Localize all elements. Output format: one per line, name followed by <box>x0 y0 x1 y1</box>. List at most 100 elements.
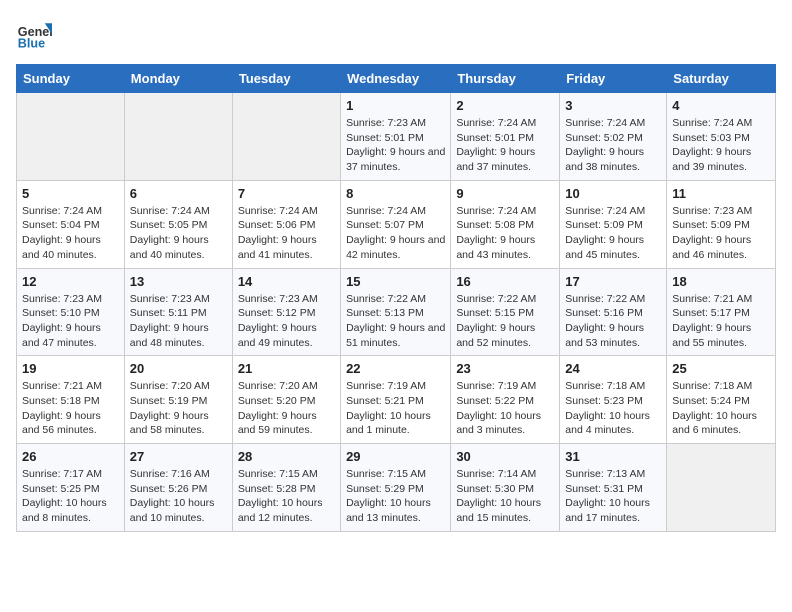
day-info: Sunrise: 7:22 AM Sunset: 5:16 PM Dayligh… <box>565 292 661 351</box>
weekday-header-row: SundayMondayTuesdayWednesdayThursdayFrid… <box>17 65 776 93</box>
day-number: 21 <box>238 361 335 376</box>
calendar-cell: 19 Sunrise: 7:21 AM Sunset: 5:18 PM Dayli… <box>17 356 125 444</box>
day-info: Sunrise: 7:24 AM Sunset: 5:09 PM Dayligh… <box>565 204 661 263</box>
day-info: Sunrise: 7:24 AM Sunset: 5:06 PM Dayligh… <box>238 204 335 263</box>
day-number: 29 <box>346 449 445 464</box>
day-info: Sunrise: 7:24 AM Sunset: 5:04 PM Dayligh… <box>22 204 119 263</box>
day-number: 11 <box>672 186 770 201</box>
day-info: Sunrise: 7:14 AM Sunset: 5:30 PM Dayligh… <box>456 467 554 526</box>
day-number: 3 <box>565 98 661 113</box>
day-number: 26 <box>22 449 119 464</box>
day-number: 16 <box>456 274 554 289</box>
weekday-header-cell: Saturday <box>667 65 776 93</box>
calendar-cell: 30 Sunrise: 7:14 AM Sunset: 5:30 PM Dayli… <box>451 444 560 532</box>
calendar-cell: 23 Sunrise: 7:19 AM Sunset: 5:22 PM Dayli… <box>451 356 560 444</box>
day-info: Sunrise: 7:21 AM Sunset: 5:18 PM Dayligh… <box>22 379 119 438</box>
day-info: Sunrise: 7:13 AM Sunset: 5:31 PM Dayligh… <box>565 467 661 526</box>
calendar-cell: 14Sunrise: 7:23 AM Sunset: 5:12 PM Dayli… <box>232 268 340 356</box>
day-info: Sunrise: 7:19 AM Sunset: 5:21 PM Dayligh… <box>346 379 445 438</box>
calendar-cell <box>232 93 340 181</box>
day-number: 6 <box>130 186 227 201</box>
calendar-week-row: 1 Sunrise: 7:23 AM Sunset: 5:01 PM Daylig… <box>17 93 776 181</box>
logo-icon: General Blue <box>16 16 52 52</box>
calendar-cell: 26 Sunrise: 7:17 AM Sunset: 5:25 PM Dayli… <box>17 444 125 532</box>
calendar-cell: 22 Sunrise: 7:19 AM Sunset: 5:21 PM Dayli… <box>341 356 451 444</box>
calendar-cell <box>667 444 776 532</box>
day-number: 5 <box>22 186 119 201</box>
day-info: Sunrise: 7:20 AM Sunset: 5:20 PM Dayligh… <box>238 379 335 438</box>
calendar-week-row: 12 Sunrise: 7:23 AM Sunset: 5:10 PM Dayli… <box>17 268 776 356</box>
calendar-cell: 31 Sunrise: 7:13 AM Sunset: 5:31 PM Dayli… <box>560 444 667 532</box>
day-info: Sunrise: 7:24 AM Sunset: 5:08 PM Dayligh… <box>456 204 554 263</box>
logo: General Blue <box>16 16 56 52</box>
calendar-cell: 29 Sunrise: 7:15 AM Sunset: 5:29 PM Dayli… <box>341 444 451 532</box>
day-number: 14 <box>238 274 335 289</box>
day-info: Sunrise: 7:22 AM Sunset: 5:13 PM Dayligh… <box>346 292 445 351</box>
svg-text:Blue: Blue <box>18 37 45 51</box>
calendar-cell: 5 Sunrise: 7:24 AM Sunset: 5:04 PM Daylig… <box>17 180 125 268</box>
calendar-cell: 28Sunrise: 7:15 AM Sunset: 5:28 PM Dayli… <box>232 444 340 532</box>
day-number: 2 <box>456 98 554 113</box>
day-number: 23 <box>456 361 554 376</box>
day-info: Sunrise: 7:23 AM Sunset: 5:11 PM Dayligh… <box>130 292 227 351</box>
day-info: Sunrise: 7:21 AM Sunset: 5:17 PM Dayligh… <box>672 292 770 351</box>
day-info: Sunrise: 7:15 AM Sunset: 5:28 PM Dayligh… <box>238 467 335 526</box>
day-number: 12 <box>22 274 119 289</box>
day-info: Sunrise: 7:23 AM Sunset: 5:09 PM Dayligh… <box>672 204 770 263</box>
calendar-cell: 16 Sunrise: 7:22 AM Sunset: 5:15 PM Dayli… <box>451 268 560 356</box>
calendar-cell: 4Sunrise: 7:24 AM Sunset: 5:03 PM Daylig… <box>667 93 776 181</box>
day-info: Sunrise: 7:24 AM Sunset: 5:02 PM Dayligh… <box>565 116 661 175</box>
calendar-cell: 13 Sunrise: 7:23 AM Sunset: 5:11 PM Dayli… <box>124 268 232 356</box>
day-number: 30 <box>456 449 554 464</box>
day-info: Sunrise: 7:18 AM Sunset: 5:24 PM Dayligh… <box>672 379 770 438</box>
calendar-cell <box>17 93 125 181</box>
weekday-header-cell: Monday <box>124 65 232 93</box>
calendar-week-row: 5 Sunrise: 7:24 AM Sunset: 5:04 PM Daylig… <box>17 180 776 268</box>
calendar-week-row: 19 Sunrise: 7:21 AM Sunset: 5:18 PM Dayli… <box>17 356 776 444</box>
day-info: Sunrise: 7:22 AM Sunset: 5:15 PM Dayligh… <box>456 292 554 351</box>
day-number: 20 <box>130 361 227 376</box>
day-number: 9 <box>456 186 554 201</box>
day-info: Sunrise: 7:23 AM Sunset: 5:10 PM Dayligh… <box>22 292 119 351</box>
calendar-cell: 21 Sunrise: 7:20 AM Sunset: 5:20 PM Dayli… <box>232 356 340 444</box>
calendar-table: SundayMondayTuesdayWednesdayThursdayFrid… <box>16 64 776 532</box>
day-info: Sunrise: 7:18 AM Sunset: 5:23 PM Dayligh… <box>565 379 661 438</box>
day-number: 25 <box>672 361 770 376</box>
day-info: Sunrise: 7:24 AM Sunset: 5:01 PM Dayligh… <box>456 116 554 175</box>
calendar-cell: 20 Sunrise: 7:20 AM Sunset: 5:19 PM Dayli… <box>124 356 232 444</box>
weekday-header-cell: Tuesday <box>232 65 340 93</box>
calendar-cell: 15 Sunrise: 7:22 AM Sunset: 5:13 PM Dayli… <box>341 268 451 356</box>
calendar-cell: 10 Sunrise: 7:24 AM Sunset: 5:09 PM Dayli… <box>560 180 667 268</box>
day-number: 22 <box>346 361 445 376</box>
calendar-cell: 1 Sunrise: 7:23 AM Sunset: 5:01 PM Daylig… <box>341 93 451 181</box>
calendar-cell: 24Sunrise: 7:18 AM Sunset: 5:23 PM Dayli… <box>560 356 667 444</box>
day-number: 13 <box>130 274 227 289</box>
day-info: Sunrise: 7:16 AM Sunset: 5:26 PM Dayligh… <box>130 467 227 526</box>
calendar-cell: 2 Sunrise: 7:24 AM Sunset: 5:01 PM Daylig… <box>451 93 560 181</box>
day-number: 27 <box>130 449 227 464</box>
day-info: Sunrise: 7:20 AM Sunset: 5:19 PM Dayligh… <box>130 379 227 438</box>
calendar-week-row: 26 Sunrise: 7:17 AM Sunset: 5:25 PM Dayli… <box>17 444 776 532</box>
day-number: 10 <box>565 186 661 201</box>
day-number: 19 <box>22 361 119 376</box>
day-number: 15 <box>346 274 445 289</box>
day-info: Sunrise: 7:24 AM Sunset: 5:05 PM Dayligh… <box>130 204 227 263</box>
page-header: General Blue <box>16 16 776 52</box>
day-info: Sunrise: 7:17 AM Sunset: 5:25 PM Dayligh… <box>22 467 119 526</box>
calendar-cell: 8Sunrise: 7:24 AM Sunset: 5:07 PM Daylig… <box>341 180 451 268</box>
day-info: Sunrise: 7:24 AM Sunset: 5:03 PM Dayligh… <box>672 116 770 175</box>
calendar-cell: 25 Sunrise: 7:18 AM Sunset: 5:24 PM Dayli… <box>667 356 776 444</box>
weekday-header-cell: Wednesday <box>341 65 451 93</box>
day-info: Sunrise: 7:24 AM Sunset: 5:07 PM Dayligh… <box>346 204 445 263</box>
calendar-cell: 3 Sunrise: 7:24 AM Sunset: 5:02 PM Daylig… <box>560 93 667 181</box>
day-number: 7 <box>238 186 335 201</box>
calendar-cell: 18Sunrise: 7:21 AM Sunset: 5:17 PM Dayli… <box>667 268 776 356</box>
calendar-cell: 27 Sunrise: 7:16 AM Sunset: 5:26 PM Dayli… <box>124 444 232 532</box>
calendar-cell: 7 Sunrise: 7:24 AM Sunset: 5:06 PM Daylig… <box>232 180 340 268</box>
day-info: Sunrise: 7:19 AM Sunset: 5:22 PM Dayligh… <box>456 379 554 438</box>
day-info: Sunrise: 7:23 AM Sunset: 5:01 PM Dayligh… <box>346 116 445 175</box>
day-number: 1 <box>346 98 445 113</box>
weekday-header-cell: Thursday <box>451 65 560 93</box>
day-info: Sunrise: 7:15 AM Sunset: 5:29 PM Dayligh… <box>346 467 445 526</box>
day-number: 31 <box>565 449 661 464</box>
